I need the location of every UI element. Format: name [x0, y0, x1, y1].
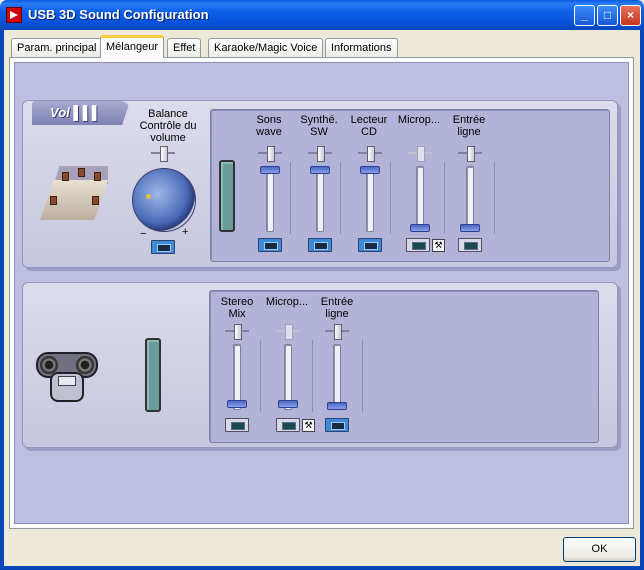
tab-melangeur[interactable]: Mélangeur — [100, 35, 164, 58]
mute-toggle-synthe-sw[interactable] — [308, 238, 332, 252]
recording-channels-frame — [209, 290, 599, 443]
divider — [494, 162, 495, 234]
balance-slider-entree-ligne[interactable] — [458, 146, 482, 162]
mute-toggle-microphone-rec[interactable] — [276, 418, 300, 432]
balance-slider-lecteur-cd[interactable] — [358, 146, 382, 162]
master-volume-knob[interactable] — [132, 168, 196, 232]
volume-slider-lecteur-cd[interactable] — [366, 166, 374, 232]
minimize-button[interactable]: _ — [574, 5, 595, 26]
channel-label-entree-ligne-rec: Entrée ligne — [320, 296, 354, 320]
divider — [390, 162, 391, 234]
tab-param-principal[interactable]: Param. principal — [11, 38, 103, 57]
wrench-icon[interactable]: ⚒ — [432, 239, 445, 252]
channel-label-microphone: Microp... — [397, 114, 441, 126]
channel-label-sons-wave: Sons wave — [256, 114, 282, 138]
channel-label-entree-ligne: Entrée ligne — [452, 114, 486, 138]
balance-slider-synthe-sw[interactable] — [308, 146, 332, 162]
maximize-button[interactable]: □ — [597, 5, 618, 26]
tab-effet[interactable]: Effet — [167, 38, 202, 57]
mute-toggle-sons-wave[interactable] — [258, 238, 282, 252]
wrench-icon[interactable]: ⚒ — [302, 419, 315, 432]
volume-slider-entree-ligne-rec[interactable] — [333, 344, 341, 410]
knob-minus-label: − — [140, 228, 147, 240]
divider — [260, 340, 261, 412]
mute-toggle-entree-ligne-rec[interactable] — [325, 418, 349, 432]
slider-thumb-sons-wave[interactable] — [260, 166, 280, 174]
playback-level-meter — [219, 160, 235, 232]
slider-thumb-microphone[interactable] — [410, 224, 430, 232]
divider — [362, 340, 363, 412]
knob-plus-label: + — [182, 226, 189, 238]
master-mute-toggle[interactable] — [151, 240, 175, 254]
divider — [312, 340, 313, 412]
tab-karaoke-magic-voice[interactable]: Karaoke/Magic Voice — [208, 38, 324, 57]
knob-indicator — [146, 194, 151, 199]
recording-level-meter — [145, 338, 161, 412]
balance-label: Balance Contrôle du volume — [139, 108, 197, 144]
close-button[interactable]: × — [620, 5, 641, 26]
channel-label-synthe-sw: Synthé. SW — [300, 114, 338, 138]
volume-slider-synthe-sw[interactable] — [316, 166, 324, 232]
3d-room-icon — [40, 166, 108, 222]
mute-toggle-entree-ligne[interactable] — [458, 238, 482, 252]
title-bar: USB 3D Sound Configuration _ □ × — [0, 0, 644, 30]
app-icon — [6, 7, 22, 23]
slider-thumb-entree-ligne-rec[interactable] — [327, 402, 347, 410]
mute-toggle-lecteur-cd[interactable] — [358, 238, 382, 252]
balance-slider-sons-wave[interactable] — [258, 146, 282, 162]
boombox-icon — [36, 346, 98, 404]
window-title: USB 3D Sound Configuration — [28, 7, 209, 22]
ok-button[interactable]: OK — [563, 537, 636, 562]
balance-slider-microphone[interactable] — [408, 146, 432, 162]
channel-label-lecteur-cd: Lecteur CD — [350, 114, 388, 138]
divider — [290, 162, 291, 234]
balance-slider-stereo-mix[interactable] — [225, 324, 249, 340]
channel-label-stereo-mix: Stereo Mix — [220, 296, 254, 320]
slider-thumb-lecteur-cd[interactable] — [360, 166, 380, 174]
volume-badge-label: Vol ▌▌▌ — [50, 105, 101, 120]
volume-slider-entree-ligne[interactable] — [466, 166, 474, 232]
slider-thumb-entree-ligne[interactable] — [460, 224, 480, 232]
divider — [444, 162, 445, 234]
mute-toggle-stereo-mix[interactable] — [225, 418, 249, 432]
balance-slider-entree-ligne-rec[interactable] — [325, 324, 349, 340]
tab-informations[interactable]: Informations — [325, 38, 398, 57]
divider — [340, 162, 341, 234]
slider-thumb-stereo-mix[interactable] — [227, 400, 247, 408]
channel-label-microphone-rec: Microp... — [265, 296, 309, 308]
balance-slider-microphone-rec[interactable] — [276, 324, 300, 340]
volume-slider-microphone[interactable] — [416, 166, 424, 232]
slider-thumb-synthe-sw[interactable] — [310, 166, 330, 174]
master-balance-slider[interactable] — [151, 146, 175, 162]
mute-toggle-microphone[interactable] — [406, 238, 430, 252]
slider-thumb-microphone-rec[interactable] — [278, 400, 298, 408]
volume-slider-sons-wave[interactable] — [266, 166, 274, 232]
